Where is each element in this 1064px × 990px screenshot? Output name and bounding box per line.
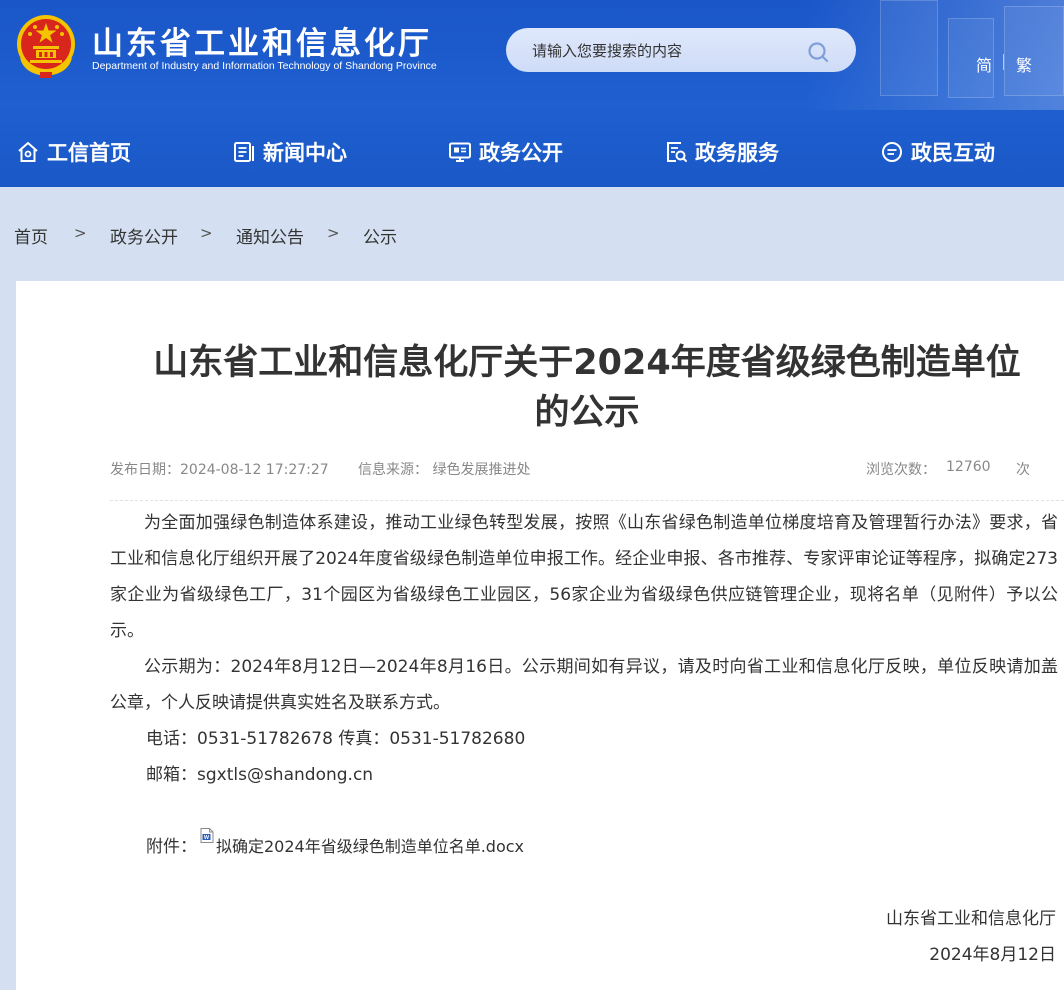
article-title: 山东省工业和信息化厅关于2024年度省级绿色制造单位 的公示 — [110, 338, 1064, 438]
lang-separator — [1003, 54, 1004, 70]
header-decoration-block — [1004, 6, 1064, 96]
nav-item-home[interactable]: 工信首页 — [16, 134, 131, 170]
views-count: 12760 — [946, 459, 991, 475]
nav-item-label: 政务服务 — [695, 141, 779, 165]
breadcrumb-item-publicity[interactable]: 公示 — [363, 223, 397, 248]
publish-date: 发布日期：2024-08-12 17:27:27 — [110, 462, 329, 478]
nav-item-gov-service[interactable]: 政务服务 — [664, 134, 779, 170]
lang-traditional-link[interactable]: 繁 — [1016, 52, 1032, 76]
word-doc-icon: W — [200, 828, 214, 843]
national-emblem-icon[interactable] — [14, 14, 78, 80]
home-icon — [18, 142, 38, 162]
site-header: 山东省工业和信息化厅 Department of Industry and In… — [0, 0, 1064, 187]
attachment-link[interactable]: 拟确定2024年省级绿色制造单位名单.docx — [216, 829, 524, 865]
lang-simplified-link[interactable]: 简 — [976, 52, 992, 76]
article-title-line: 的公示 — [534, 393, 640, 433]
signature-org: 山东省工业和信息化厅 — [886, 909, 1056, 929]
views-label: 浏览次数： — [866, 462, 936, 478]
breadcrumb-item-gov-open[interactable]: 政务公开 — [110, 223, 178, 248]
contact-info: 电话：0531-51782678 传真：0531-51782680 — [146, 729, 526, 749]
search-icon[interactable] — [806, 40, 830, 64]
attachment-label: 附件： — [146, 837, 197, 857]
breadcrumb-item-home[interactable]: 首页 — [14, 223, 48, 248]
nav-item-interaction[interactable]: 政民互动 — [880, 134, 995, 170]
info-source: 信息来源： 绿色发展推进处 — [358, 462, 531, 478]
breadcrumb-item-notices[interactable]: 通知公告 — [236, 223, 304, 248]
news-icon — [234, 142, 254, 162]
nav-item-label: 新闻中心 — [263, 141, 347, 165]
svg-text:W: W — [204, 835, 210, 841]
article-title-line: 山东省工业和信息化厅关于2024年度省级绿色制造单位 — [153, 343, 1021, 383]
meta-divider — [110, 500, 1064, 501]
search-input[interactable]: 请输入您要搜索的内容 — [506, 28, 856, 72]
breadcrumb-separator: > — [200, 224, 213, 242]
article-paragraph: 为全面加强绿色制造体系建设，推动工业绿色转型发展，按照《山东省绿色制造单位梯度培… — [110, 513, 1058, 641]
nav-item-gov-open[interactable]: 政务公开 — [448, 134, 563, 170]
search-placeholder: 请输入您要搜索的内容 — [532, 42, 683, 60]
views-unit: 次 — [1016, 462, 1030, 478]
header-decoration-block — [880, 0, 938, 96]
nav-item-label: 政民互动 — [911, 141, 995, 165]
email-info: 邮箱：sgxtls@shandong.cn — [146, 765, 374, 785]
monitor-icon — [449, 142, 471, 162]
article-paragraph: 公示期为：2024年8月12日—2024年8月16日。公示期间如有异议，请及时向… — [110, 657, 1058, 713]
nav-item-news[interactable]: 新闻中心 — [232, 134, 347, 170]
site-subtitle: Department of Industry and Information T… — [92, 60, 437, 72]
breadcrumb-separator: > — [74, 224, 87, 242]
chat-icon — [882, 142, 902, 162]
nav-item-label: 政务公开 — [479, 141, 563, 165]
service-icon — [667, 142, 687, 162]
site-title[interactable]: 山东省工业和信息化厅 — [92, 18, 432, 63]
signature-date: 2024年8月12日 — [929, 945, 1056, 965]
nav-item-label: 工信首页 — [47, 141, 131, 165]
breadcrumb-separator: > — [327, 224, 340, 242]
